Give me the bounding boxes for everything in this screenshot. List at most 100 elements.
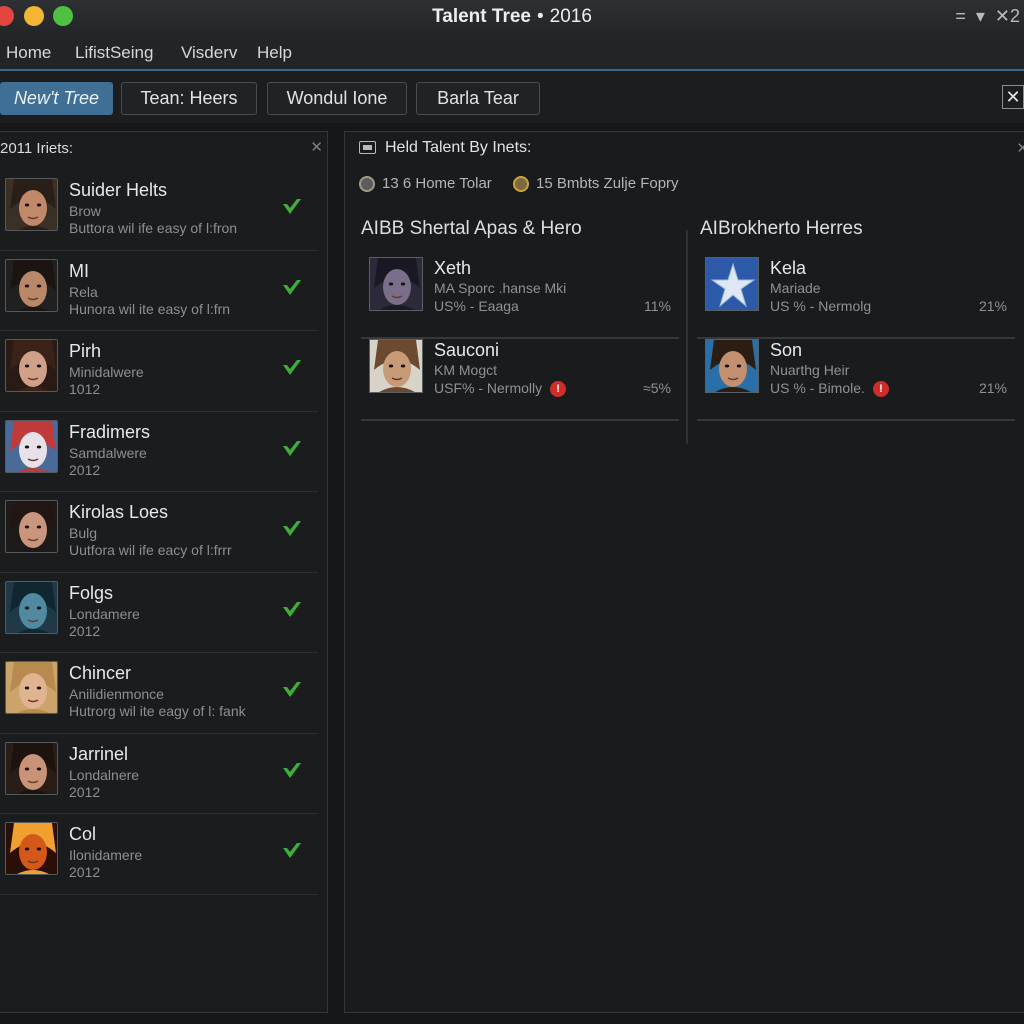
item-name: MI [69, 260, 89, 281]
list-item[interactable]: Pirh Minidalwere 1012 [0, 331, 318, 412]
menu-bar: Home LifistSeing Visderv Help [0, 34, 1024, 71]
card-subtitle: MA Sporc .hanse Mki [434, 280, 567, 296]
close-tab-button[interactable]: ✕ [1002, 85, 1024, 109]
card-meta: US % - Nermolg [770, 298, 872, 314]
item-detail: Hutrorg wil ite eagy of l: fank [69, 703, 246, 719]
item-subtitle: Rela [69, 283, 98, 300]
avatar [5, 258, 58, 312]
list-item[interactable]: Folgs Londamere 2012 [0, 573, 318, 653]
item-subtitle: Londamere [69, 605, 140, 622]
list-item[interactable]: Fradimers Samdalwere 2012 [0, 412, 318, 492]
card-name: Son [770, 340, 803, 360]
column-divider [686, 230, 688, 444]
stat-bmbts: 15 Bmbts Zulje Fopry [513, 175, 679, 192]
item-subtitle: Bulg [69, 525, 98, 541]
tab-new-tree[interactable]: New't Tree [0, 82, 113, 115]
column-heading: AIBB Shertal Apas & Hero [361, 218, 582, 239]
card-meta: US% - Eaaga [434, 298, 519, 314]
menu-visderv[interactable]: Visderv [181, 43, 237, 63]
card-name: Sauconi [434, 340, 500, 360]
check-icon[interactable] [280, 598, 304, 622]
menu-lines-icon[interactable]: = [955, 6, 966, 27]
avatar [5, 339, 58, 392]
list-item[interactable]: Jarrinel Londalnere 2012 [0, 734, 318, 814]
card-subtitle: Mariade [770, 280, 821, 296]
avatar [5, 500, 58, 553]
avatar [369, 257, 423, 311]
avatar [5, 419, 58, 473]
check-icon[interactable] [280, 276, 304, 300]
item-subtitle: Brow [69, 203, 101, 219]
talent-list: Suider Helts Brow Buttora wil ife easy of … [0, 170, 318, 895]
card-percent: ≈5% [643, 380, 671, 396]
item-name: Kirolas Loes [69, 502, 169, 522]
card-name: Xeth [434, 258, 472, 278]
window-title: Talent Tree • 2016 [432, 6, 592, 27]
avatar [5, 822, 58, 875]
check-icon[interactable] [280, 437, 304, 461]
avatar [5, 178, 58, 231]
stat-home-total: 13 6 Home Tolar [359, 175, 492, 192]
panel-icon [359, 141, 376, 154]
item-name: Col [69, 824, 97, 844]
tab-tean-heers[interactable]: Tean: Heers [121, 82, 257, 115]
item-name: Chincer [69, 663, 132, 683]
item-detail: Uutfora wil ife eacy of l:frrr [69, 542, 232, 558]
coin-icon [513, 175, 529, 192]
check-icon[interactable] [280, 839, 304, 863]
card-percent: 11% [644, 298, 671, 314]
item-name: Folgs [69, 582, 114, 603]
check-icon[interactable] [280, 517, 304, 541]
close-icon[interactable]: ✕ [1016, 139, 1024, 157]
column-heading: AIBrokherto Herres [700, 218, 863, 239]
check-icon[interactable] [280, 678, 304, 702]
menu-lifistseing[interactable]: LifistSeing [75, 43, 153, 63]
card-percent: 21% [978, 380, 1007, 396]
close-icon[interactable]: ✕2 [995, 6, 1020, 27]
item-name: Jarrinel [69, 743, 129, 764]
tab-bar: New't Tree Tean: Heers Wondul Ione Barla… [0, 71, 1024, 123]
item-detail: 2012 [69, 461, 101, 478]
list-item[interactable]: Suider Helts Brow Buttora wil ife easy of … [0, 170, 318, 251]
close-icon[interactable]: ✕ [310, 138, 323, 156]
menu-home[interactable]: Home [6, 43, 51, 63]
item-detail: Buttora wil ife easy of l:fron [69, 220, 238, 236]
talent-card[interactable]: Son Nuarthg Heir US % - Bimole.! 21% [697, 339, 1015, 421]
item-name: Fradimers [69, 421, 151, 442]
avatar [705, 339, 759, 393]
left-panel-title: 2011 Iriets: [0, 140, 74, 157]
tab-wondul-ione[interactable]: Wondul Ione [267, 82, 407, 115]
item-subtitle: Ilonidamere [69, 847, 143, 863]
avatar [5, 741, 58, 795]
card-meta: US % - Bimole.! [770, 380, 889, 398]
talent-card[interactable]: Kela Mariade US % - Nermolg 21% [697, 257, 1015, 339]
title-bar: Talent Tree • 2016 = ▾ ✕2 [0, 0, 1024, 34]
card-name: Kela [770, 258, 807, 278]
item-name: Pirh [69, 341, 102, 361]
item-detail: 2012 [69, 783, 101, 800]
check-icon[interactable] [280, 759, 304, 783]
tab-barla-tear[interactable]: Barla Tear [416, 82, 540, 115]
menu-help[interactable]: Help [257, 43, 292, 63]
card-percent: 21% [978, 298, 1007, 314]
talent-card[interactable]: Sauconi KM Mogct USF% - Nermolly! ≈5% [361, 339, 679, 421]
talent-card[interactable]: Xeth MA Sporc .hanse Mki US% - Eaaga 11% [361, 257, 679, 339]
chevron-down-icon[interactable]: ▾ [976, 6, 985, 27]
item-subtitle: Londalnere [69, 766, 140, 783]
window-controls: = ▾ ✕2 [955, 6, 1020, 27]
check-icon[interactable] [280, 356, 304, 380]
card-subtitle: KM Mogct [434, 362, 498, 378]
list-item[interactable]: Chincer Anilidienmonce Hutrorg wil ite eag… [0, 653, 318, 734]
check-icon[interactable] [280, 195, 304, 219]
list-item[interactable]: MI Rela Hunora wil ite easy of l:frn [0, 251, 318, 331]
item-subtitle: Anilidienmonce [69, 686, 164, 702]
avatar [705, 257, 759, 311]
coin-icon [359, 175, 375, 192]
avatar [5, 661, 58, 714]
avatar [5, 580, 58, 634]
list-item[interactable]: Col Ilonidamere 2012 [0, 814, 318, 895]
item-detail: Hunora wil ite easy of l:frn [69, 300, 231, 317]
card-meta: USF% - Nermolly! [434, 380, 567, 398]
list-item[interactable]: Kirolas Loes Bulg Uutfora wil ife eacy of … [0, 492, 318, 573]
right-panel-title: Held Talent By Inets: [385, 139, 532, 156]
